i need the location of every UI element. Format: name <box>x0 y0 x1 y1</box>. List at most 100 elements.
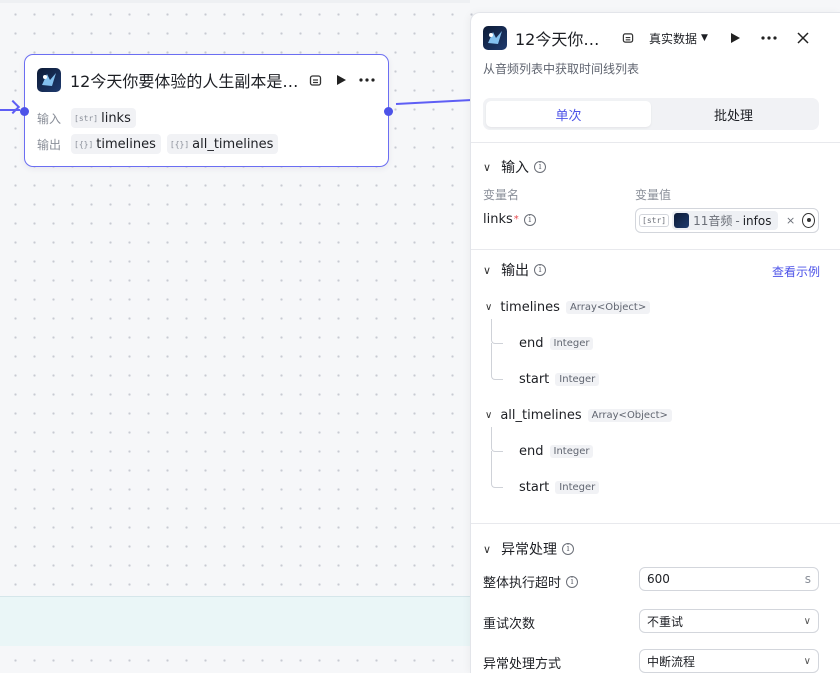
tab-single[interactable]: 单次 <box>486 101 651 127</box>
error-section-header[interactable]: ∨ 异常处理 i <box>483 539 575 559</box>
timeout-value: 600 <box>647 572 670 586</box>
node-inputs-row: 输入 [str] links <box>37 108 142 128</box>
run-mode-tabs: 单次 批处理 <box>483 98 819 130</box>
inputs-label: 输入 <box>37 111 62 126</box>
output-section-header[interactable]: ∨ 输出 i <box>483 260 547 280</box>
tree-connector <box>491 319 503 344</box>
timeout-unit: s <box>804 572 811 586</box>
type-badge: Integer <box>555 481 600 494</box>
app-logo-icon <box>483 26 507 50</box>
section-divider <box>471 249 840 250</box>
retry-label: 重试次数 <box>483 617 536 632</box>
app-logo-icon <box>674 213 690 228</box>
error-mode-select[interactable]: 中断流程 ∨ <box>639 649 819 673</box>
outputs-label: 输出 <box>37 137 62 152</box>
info-icon[interactable]: i <box>566 575 579 588</box>
play-icon[interactable] <box>724 27 746 49</box>
output-chip: [{}] timelines <box>71 134 161 154</box>
links-value-reference[interactable]: [str] 11音频 - infos × <box>635 208 819 233</box>
info-icon[interactable]: i <box>523 213 536 226</box>
output-tree-child: start Integer <box>519 372 600 387</box>
chevron-down-icon: ∨ <box>485 302 493 313</box>
output-tree-item[interactable]: ∨ all_timelines Array<Object> <box>485 408 672 423</box>
output-var-name: all_timelines <box>500 408 582 423</box>
tab-batch[interactable]: 批处理 <box>651 101 816 127</box>
output-name: timelines <box>96 136 156 152</box>
output-tree-item[interactable]: ∨ timelines Array<Object> <box>485 300 651 315</box>
debug-icon[interactable] <box>617 27 639 49</box>
error-section-title: 异常处理 <box>501 542 558 558</box>
section-divider <box>471 523 840 524</box>
type-badge: Integer <box>555 373 600 386</box>
type-badge: Integer <box>549 445 594 458</box>
input-port[interactable] <box>20 107 29 116</box>
data-mode-dropdown[interactable]: 真实数据 ▼ <box>649 30 708 47</box>
play-icon[interactable] <box>330 69 352 91</box>
retry-value: 不重试 <box>647 614 684 629</box>
type-tag: [{}] <box>169 139 190 149</box>
output-section-title: 输出 <box>501 263 530 279</box>
canvas-top-edge <box>0 0 470 3</box>
links-field-label: links * i <box>483 212 536 227</box>
canvas-bottom-band <box>0 596 470 646</box>
outgoing-edge <box>395 99 472 105</box>
timeout-label-text: 整体执行超时 <box>483 576 562 591</box>
close-icon[interactable] <box>792 27 814 49</box>
output-var-name: end <box>519 444 544 459</box>
output-chip: [{}] all_timelines <box>166 134 279 154</box>
output-name: all_timelines <box>192 136 274 152</box>
input-section-title: 输入 <box>501 160 530 176</box>
ref-variable-name: infos <box>742 213 772 228</box>
output-tree-child: end Integer <box>519 336 594 351</box>
type-badge: Array<Object> <box>587 409 672 422</box>
ref-node-name: 11音频 <box>693 214 733 228</box>
input-section-header[interactable]: ∨ 输入 i <box>483 157 547 177</box>
input-name: links <box>101 110 131 126</box>
type-badge: Integer <box>549 337 594 350</box>
output-tree-child: end Integer <box>519 444 594 459</box>
more-icon[interactable] <box>758 27 780 49</box>
node-header: 12今天你要体验的人生副本是… <box>37 67 378 93</box>
variable-picker-icon[interactable] <box>802 213 815 228</box>
output-var-name: start <box>519 480 550 495</box>
chevron-down-icon: ∨ <box>485 410 493 421</box>
node-outputs-row: 输出 [{}] timelines [{}] all_timelines <box>37 134 284 154</box>
timeout-label: 整体执行超时 i <box>483 572 579 591</box>
chevron-down-icon: ∨ <box>803 655 811 667</box>
timeout-input[interactable]: 600 s <box>639 567 819 591</box>
clear-icon[interactable]: × <box>786 214 795 227</box>
section-divider <box>471 142 840 143</box>
required-mark: * <box>513 214 519 225</box>
more-icon[interactable] <box>356 69 378 91</box>
info-icon[interactable]: i <box>534 264 547 276</box>
chevron-down-icon: ∨ <box>483 263 492 277</box>
col-name-header: 变量名 <box>483 188 520 202</box>
node-title: 12今天你要体验的人生副本是… <box>70 72 298 91</box>
workflow-node[interactable]: 12今天你要体验的人生副本是… 输入 [str] links 输出 [{}] t… <box>20 54 393 167</box>
output-var-name: end <box>519 336 544 351</box>
input-chip: [str] links <box>71 108 136 128</box>
panel-description: 从音频列表中获取时间线列表 <box>483 62 640 76</box>
type-tag: [str] <box>74 113 99 123</box>
output-var-name: timelines <box>500 300 560 315</box>
panel-header: 12今天你… 真实数据 ▼ <box>483 25 830 51</box>
output-port[interactable] <box>384 107 393 116</box>
info-icon[interactable]: i <box>562 543 575 555</box>
chevron-down-icon: ∨ <box>803 615 811 627</box>
chevron-down-icon: ∨ <box>483 542 492 556</box>
tree-connector <box>491 451 503 488</box>
variable-ref-chip[interactable]: 11音频 - infos <box>672 211 778 230</box>
chevron-down-icon: ∨ <box>483 160 492 174</box>
output-var-name: start <box>519 372 550 387</box>
type-badge: Array<Object> <box>565 301 651 314</box>
tree-connector <box>491 343 503 380</box>
col-value-header: 变量值 <box>635 188 672 202</box>
retry-select[interactable]: 不重试 ∨ <box>639 609 819 633</box>
field-name: links <box>483 212 513 227</box>
type-tag: [{}] <box>74 139 94 149</box>
debug-icon[interactable] <box>304 69 326 91</box>
type-tag: [str] <box>639 214 670 227</box>
output-tree-child: start Integer <box>519 480 600 495</box>
info-icon[interactable]: i <box>534 161 547 173</box>
view-example-link[interactable]: 查看示例 <box>772 263 820 280</box>
